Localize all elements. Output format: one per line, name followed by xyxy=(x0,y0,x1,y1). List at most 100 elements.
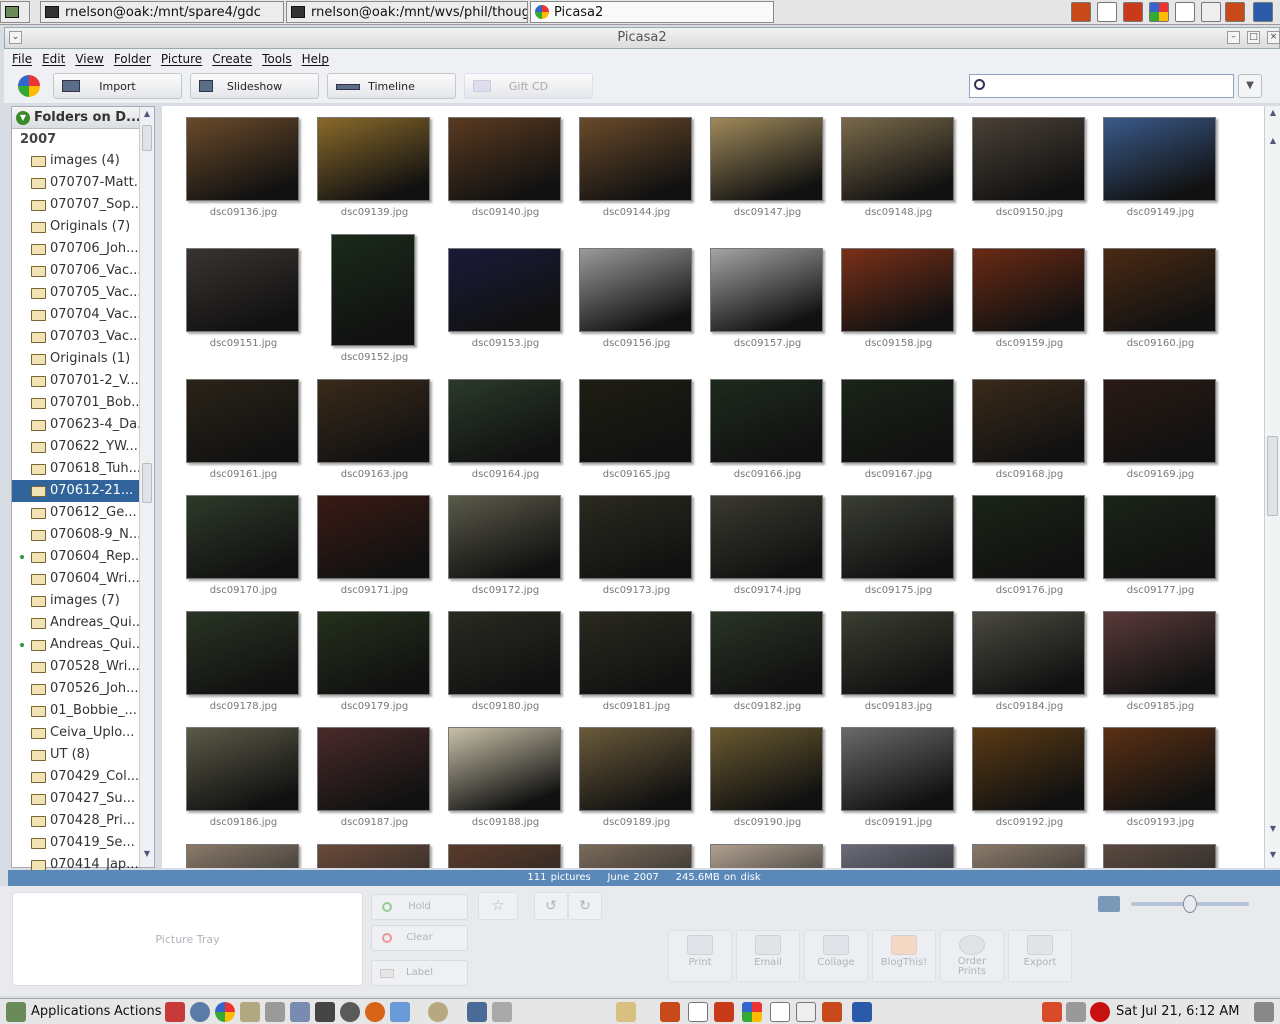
gift-cd-button[interactable]: Gift CD xyxy=(464,73,593,99)
editor-icon[interactable] xyxy=(290,1002,310,1022)
photo-image[interactable] xyxy=(317,727,430,811)
folder-item[interactable]: 070618_Tuh... xyxy=(12,458,140,480)
photo-image[interactable] xyxy=(448,844,561,868)
folder-item[interactable]: 070419_Se... xyxy=(12,832,140,854)
photo-thumbnail[interactable]: dsc09178.jpg xyxy=(178,611,309,727)
photo-thumbnail[interactable]: dsc09176.jpg xyxy=(964,495,1095,611)
photo-image[interactable] xyxy=(448,379,561,463)
browser-icon[interactable] xyxy=(1225,2,1245,22)
photo-image[interactable] xyxy=(841,611,954,695)
folder-item[interactable]: 070526_Joh... xyxy=(12,678,140,700)
photo-image[interactable] xyxy=(710,727,823,811)
window-list-icon[interactable] xyxy=(1253,2,1273,22)
photo-thumbnail[interactable]: dsc09149.jpg xyxy=(1095,117,1226,233)
folder-item[interactable]: UT (8) xyxy=(12,744,140,766)
folder-item[interactable]: 070703_Vac... xyxy=(12,326,140,348)
picasa-launcher-icon[interactable] xyxy=(1149,2,1169,22)
folder-item[interactable]: 070707-Matt... xyxy=(12,172,140,194)
label-button[interactable]: Label xyxy=(371,960,468,986)
window-icon[interactable] xyxy=(660,1002,680,1022)
screenshot-icon[interactable] xyxy=(467,1002,487,1022)
search-tool-icon[interactable] xyxy=(492,1002,512,1022)
photo-image[interactable] xyxy=(710,611,823,695)
network-icon[interactable] xyxy=(390,1002,410,1022)
scroll-thumb[interactable] xyxy=(142,125,152,151)
photo-image[interactable] xyxy=(579,248,692,332)
photo-image[interactable] xyxy=(186,844,299,868)
photo-image[interactable] xyxy=(448,248,561,332)
folder-item[interactable]: 070612_Ge... xyxy=(12,502,140,524)
clock[interactable]: Sat Jul 21, 6:12 AM xyxy=(1116,1004,1240,1019)
photo-image[interactable] xyxy=(1103,727,1216,811)
photo-thumbnail[interactable]: dsc09160.jpg xyxy=(1095,248,1226,364)
minimize-button[interactable]: – xyxy=(1227,31,1240,44)
blogthis-button[interactable]: BlogThis! xyxy=(872,930,936,982)
terminal-icon[interactable] xyxy=(315,1002,335,1022)
window-menu-button[interactable]: ⌄ xyxy=(9,31,22,44)
collage-button[interactable]: Collage xyxy=(804,930,868,982)
photo-image[interactable] xyxy=(579,495,692,579)
phone-icon[interactable] xyxy=(428,1002,448,1022)
menu-create[interactable]: Create xyxy=(212,52,252,66)
scroll-up-icon[interactable]: ▲ xyxy=(1267,136,1279,150)
folder-item[interactable]: 070707_Sop... xyxy=(12,194,140,216)
editor-icon[interactable] xyxy=(265,1002,285,1022)
photo-image[interactable] xyxy=(972,117,1085,201)
menu-folder[interactable]: Folder xyxy=(114,52,151,66)
show-desktop-button[interactable] xyxy=(0,1,30,23)
photo-image[interactable] xyxy=(317,117,430,201)
volume-icon[interactable] xyxy=(1254,1002,1274,1022)
clear-button[interactable]: Clear xyxy=(371,925,468,951)
folder-item[interactable]: images (4) xyxy=(12,150,140,172)
photo-image[interactable] xyxy=(317,611,430,695)
photo-thumbnail[interactable]: dsc09169.jpg xyxy=(1095,379,1226,495)
photo-thumbnail[interactable]: dsc09136.jpg xyxy=(178,117,309,233)
rotate-left-button[interactable]: ↺ xyxy=(534,892,568,920)
scroll-down-icon[interactable]: ▼ xyxy=(1267,824,1279,838)
slideshow-button[interactable]: Slideshow xyxy=(190,73,319,99)
photo-thumbnail[interactable]: dsc09174.jpg xyxy=(702,495,833,611)
photo-image[interactable] xyxy=(448,611,561,695)
folder-item[interactable]: Andreas_Qui... xyxy=(12,634,140,656)
photo-image[interactable] xyxy=(841,117,954,201)
photo-image[interactable] xyxy=(972,495,1085,579)
menu-tools[interactable]: Tools xyxy=(262,52,292,66)
photo-thumbnail[interactable] xyxy=(702,844,833,868)
window-icon[interactable] xyxy=(852,1002,872,1022)
file-manager-icon[interactable] xyxy=(240,1002,260,1022)
zoom-icon[interactable] xyxy=(1098,896,1120,912)
photo-image[interactable] xyxy=(972,248,1085,332)
photo-thumbnail[interactable]: dsc09180.jpg xyxy=(440,611,571,727)
workspace-icon[interactable] xyxy=(1175,2,1195,22)
photo-thumbnail[interactable]: dsc09148.jpg xyxy=(833,117,964,233)
photo-image[interactable] xyxy=(972,379,1085,463)
email-button[interactable]: Email xyxy=(736,930,800,982)
timeline-button[interactable]: Timeline xyxy=(327,73,456,99)
photo-image[interactable] xyxy=(186,117,299,201)
photo-thumbnail[interactable]: dsc09161.jpg xyxy=(178,379,309,495)
photo-thumbnail[interactable]: dsc09170.jpg xyxy=(178,495,309,611)
photo-image[interactable] xyxy=(841,844,954,868)
rotate-right-button[interactable]: ↻ xyxy=(568,892,602,920)
folder-item[interactable]: 070604_Rep... xyxy=(12,546,140,568)
photo-thumbnail[interactable]: dsc09193.jpg xyxy=(1095,727,1226,843)
folder-item[interactable]: 01_Bobbie_... xyxy=(12,700,140,722)
workspace-icon[interactable] xyxy=(1201,2,1221,22)
photo-image[interactable] xyxy=(579,727,692,811)
grid-scrollbar[interactable]: ▲ ▲ ▼ ▼ xyxy=(1264,106,1280,868)
photo-image[interactable] xyxy=(186,248,299,332)
window-icon[interactable] xyxy=(770,1002,790,1022)
photo-image[interactable] xyxy=(579,844,692,868)
photo-thumbnail[interactable]: dsc09185.jpg xyxy=(1095,611,1226,727)
actions-menu[interactable]: Actions xyxy=(114,1004,162,1019)
notes-icon[interactable] xyxy=(616,1002,636,1022)
scroll-up-icon[interactable]: ▲ xyxy=(141,109,153,123)
launcher-icon[interactable] xyxy=(165,1002,185,1022)
photo-image[interactable] xyxy=(579,611,692,695)
folder-item[interactable]: 070705_Vac... xyxy=(12,282,140,304)
folder-item[interactable]: 070528_Wri... xyxy=(12,656,140,678)
photo-thumbnail[interactable]: dsc09188.jpg xyxy=(440,727,571,843)
photo-thumbnail[interactable]: dsc09157.jpg xyxy=(702,248,833,364)
firefox-icon[interactable] xyxy=(365,1002,385,1022)
photo-image[interactable] xyxy=(448,117,561,201)
